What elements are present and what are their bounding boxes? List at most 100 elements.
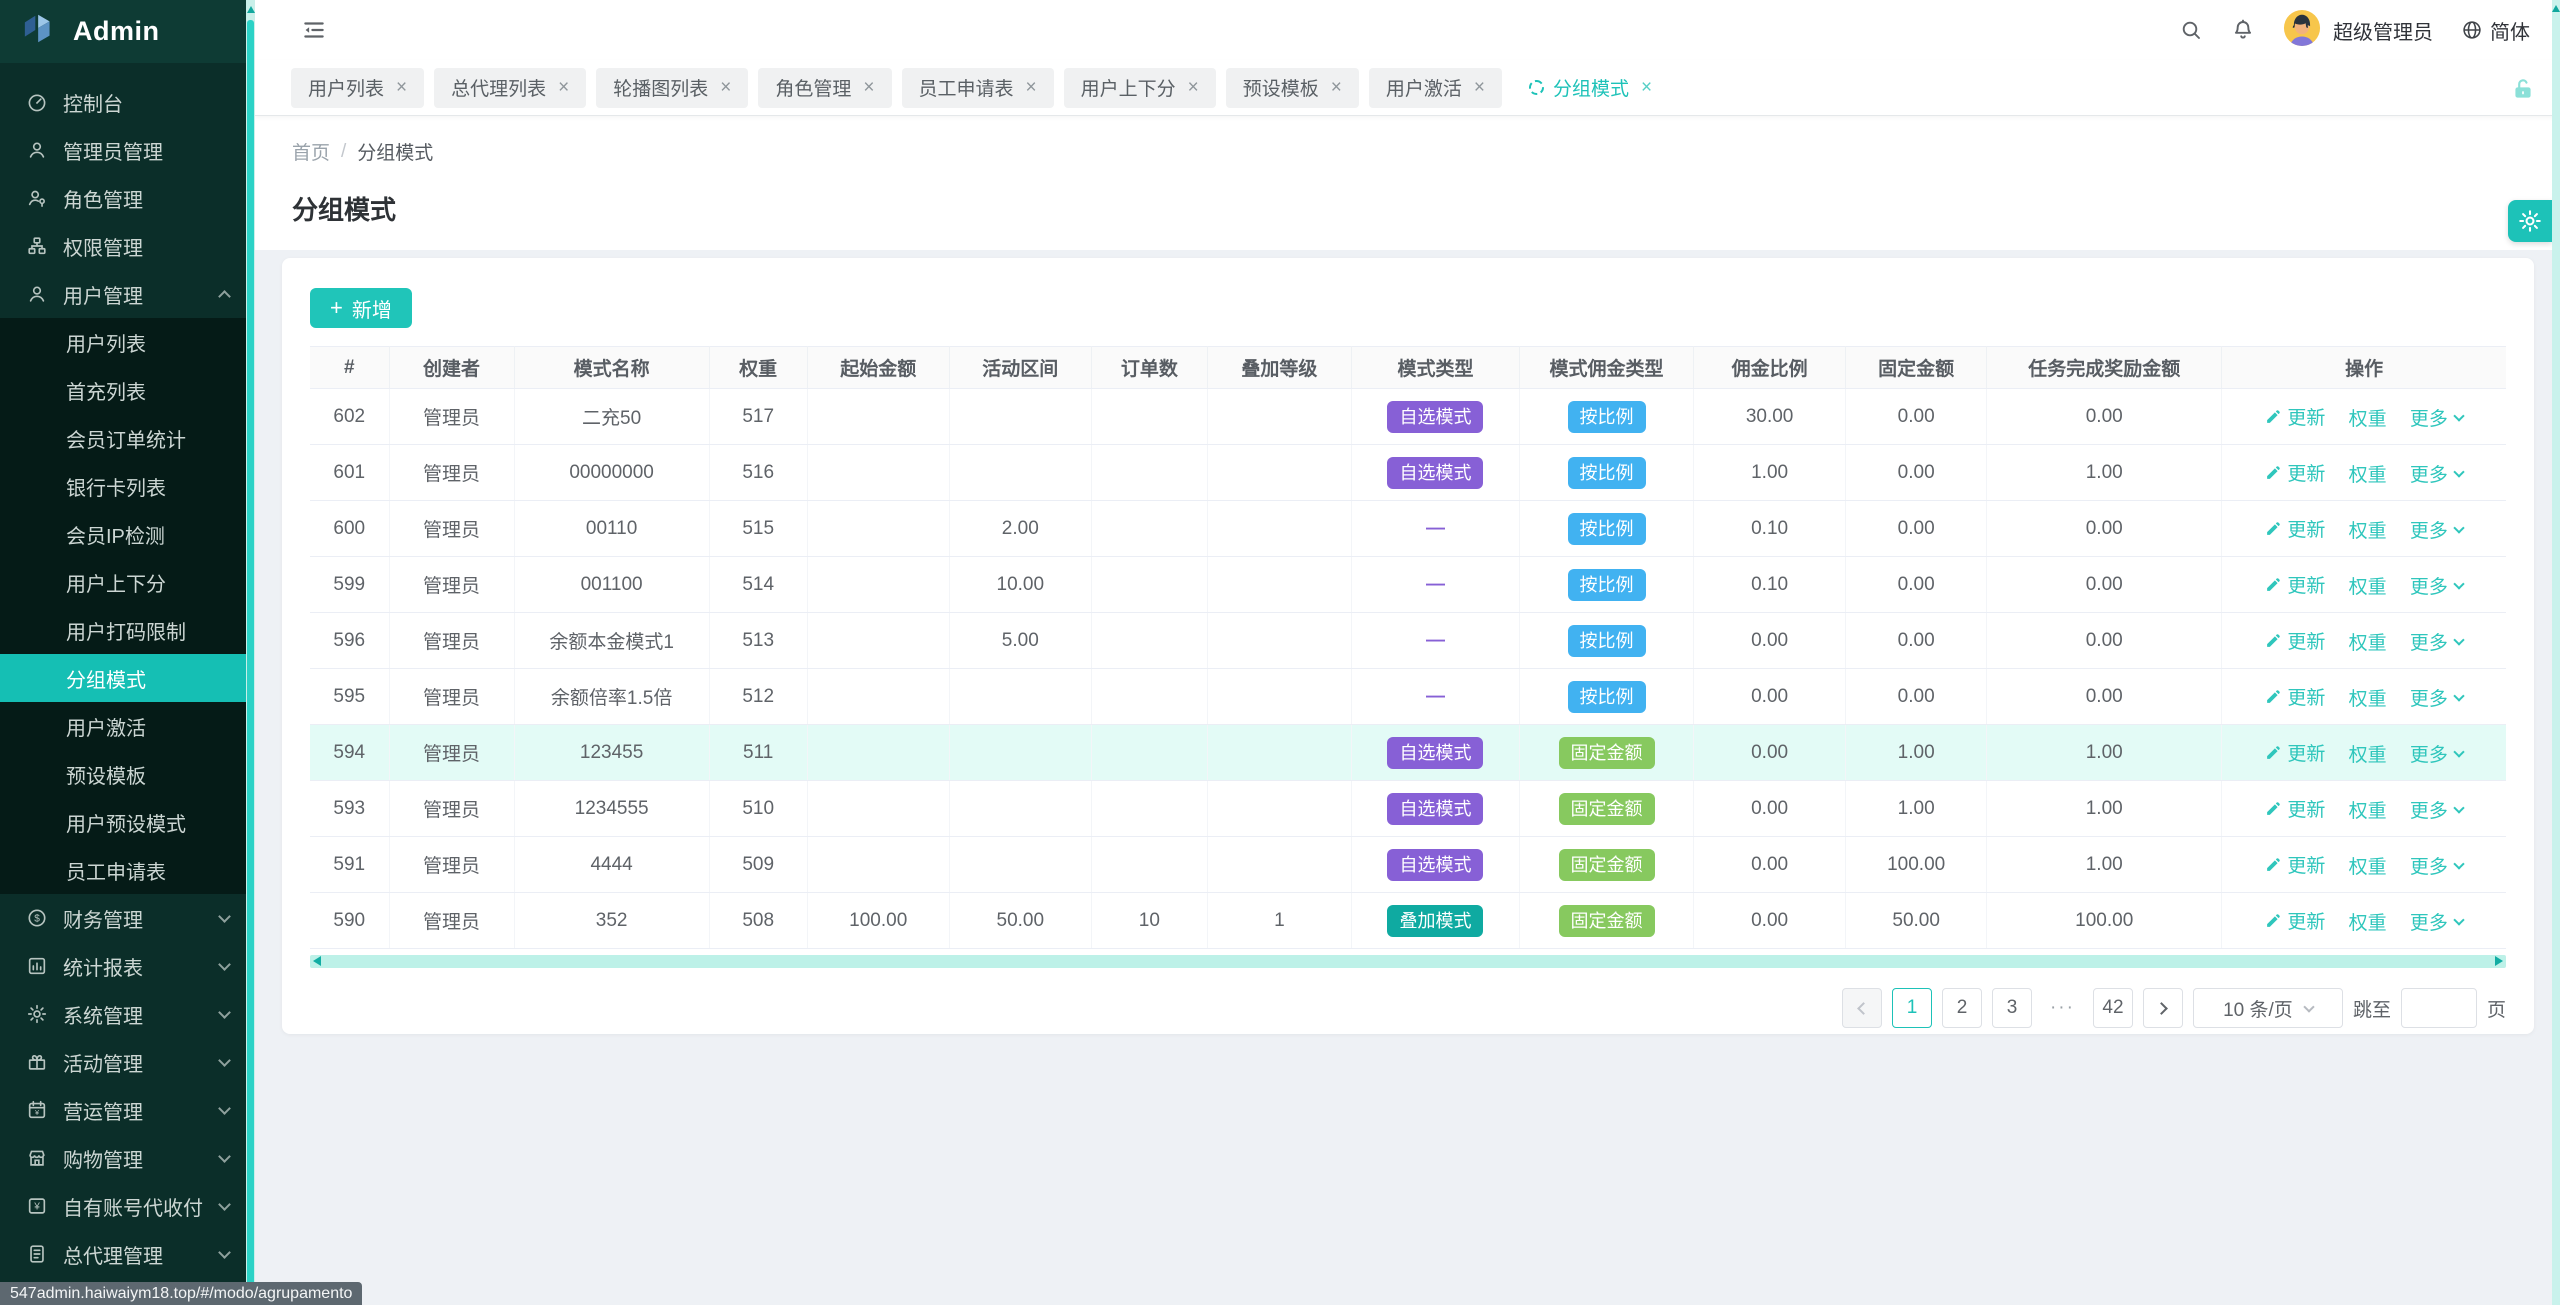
sidebar-subitem[interactable]: 会员订单统计 [0,414,255,462]
table-row[interactable]: 595 管理员 余额倍率1.5倍 512 — 按比例 0.00 0.00 0.0… [310,669,2506,725]
update-link[interactable]: 更新 [2265,739,2325,766]
weight-link[interactable]: 权重 [2349,740,2387,767]
page-size-select[interactable]: 10 条/页 [2193,988,2343,1028]
sidebar-collapse-button[interactable] [301,17,327,43]
table-row[interactable]: 596 管理员 余额本金模式1 513 5.00 — 按比例 0.00 0.00… [310,613,2506,669]
sidebar-scrollbar[interactable] [246,0,255,1305]
horizontal-scrollbar[interactable] [310,955,2506,968]
tab-close-icon[interactable]: × [558,78,569,97]
sidebar-item-shopping-mgmt[interactable]: 购物管理 [0,1134,255,1182]
sidebar-subitem[interactable]: 用户列表 [0,318,255,366]
prev-page-button[interactable] [1842,988,1882,1028]
table-row[interactable]: 600 管理员 00110 515 2.00 — 按比例 0.10 0.00 0… [310,501,2506,557]
sidebar-subitem[interactable]: 首充列表 [0,366,255,414]
sidebar-subitem[interactable]: 用户激活 [0,702,255,750]
update-link[interactable]: 更新 [2265,851,2325,878]
table-row[interactable]: 593 管理员 1234555 510 自选模式 固定金额 0.00 1.00 … [310,781,2506,837]
tab-close-icon[interactable]: × [1641,78,1652,97]
weight-link[interactable]: 权重 [2349,516,2387,543]
tab[interactable]: 员工申请表 × [902,68,1054,108]
page-button[interactable]: 3 [1992,988,2032,1028]
sidebar-item-finance-mgmt[interactable]: $ 财务管理 [0,894,255,942]
update-link[interactable]: 更新 [2265,403,2325,430]
sidebar-item-user-mgmt[interactable]: 用户管理 [0,270,255,318]
update-link[interactable]: 更新 [2265,795,2325,822]
more-link[interactable]: 更多 [2410,796,2463,823]
tab[interactable]: 用户列表 × [291,68,424,108]
sidebar-item-operation-mgmt[interactable]: ¥ 营运管理 [0,1086,255,1134]
sidebar-item-system-mgmt[interactable]: 系统管理 [0,990,255,1038]
update-link[interactable]: 更新 [2265,515,2325,542]
unlock-icon[interactable] [2510,76,2536,107]
language-switcher[interactable]: 简体 [2461,16,2530,45]
scroll-right-arrow-icon[interactable] [2495,956,2503,966]
sidebar-scrollbar-thumb[interactable] [247,20,254,1305]
more-link[interactable]: 更多 [2410,908,2463,935]
tab-close-icon[interactable]: × [396,78,407,97]
sidebar-subitem[interactable]: 会员IP检测 [0,510,255,558]
bell-icon[interactable] [2231,18,2255,42]
tab[interactable]: 预设模板 × [1226,68,1359,108]
more-link[interactable]: 更多 [2410,460,2463,487]
page-scrollbar[interactable] [2552,0,2560,1305]
sidebar-item-permission-mgmt[interactable]: 权限管理 [0,222,255,270]
scroll-left-arrow-icon[interactable] [313,956,321,966]
sidebar-item-own-account-payment[interactable]: ¥ 自有账号代收付 [0,1182,255,1230]
update-link[interactable]: 更新 [2265,683,2325,710]
settings-panel-button[interactable] [2508,200,2552,242]
table-row[interactable]: 599 管理员 001100 514 10.00 — 按比例 0.10 0.00… [310,557,2506,613]
more-link[interactable]: 更多 [2410,572,2463,599]
jump-page-input[interactable] [2401,988,2477,1028]
sidebar-item-dashboard[interactable]: 控制台 [0,78,255,126]
page-button[interactable]: 2 [1942,988,1982,1028]
weight-link[interactable]: 权重 [2349,908,2387,935]
weight-link[interactable]: 权重 [2349,684,2387,711]
weight-link[interactable]: 权重 [2349,404,2387,431]
more-link[interactable]: 更多 [2410,684,2463,711]
sidebar-item-role-mgmt[interactable]: 角色管理 [0,174,255,222]
sidebar-subitem[interactable]: 用户上下分 [0,558,255,606]
update-link[interactable]: 更新 [2265,627,2325,654]
tab-close-icon[interactable]: × [1474,78,1485,97]
page-button[interactable]: 42 [2093,988,2133,1028]
weight-link[interactable]: 权重 [2349,796,2387,823]
more-link[interactable]: 更多 [2410,740,2463,767]
tab[interactable]: 分组模式 × [1512,68,1669,108]
tab[interactable]: 轮播图列表 × [596,68,748,108]
weight-link[interactable]: 权重 [2349,572,2387,599]
table-row[interactable]: 602 管理员 二充50 517 自选模式 按比例 30.00 0.00 0.0… [310,389,2506,445]
table-row[interactable]: 601 管理员 00000000 516 自选模式 按比例 1.00 0.00 … [310,445,2506,501]
tab[interactable]: 用户激活 × [1369,68,1502,108]
more-link[interactable]: 更多 [2410,852,2463,879]
more-link[interactable]: 更多 [2410,404,2463,431]
sidebar-item-admin-mgmt[interactable]: 管理员管理 [0,126,255,174]
user-menu[interactable]: 超级管理员 [2283,9,2433,52]
tab[interactable]: 总代理列表 × [434,68,586,108]
tab-close-icon[interactable]: × [720,78,731,97]
tab[interactable]: 用户上下分 × [1064,68,1216,108]
next-page-button[interactable] [2143,988,2183,1028]
more-link[interactable]: 更多 [2410,628,2463,655]
tab-close-icon[interactable]: × [1026,78,1037,97]
more-link[interactable]: 更多 [2410,516,2463,543]
table-row[interactable]: 590 管理员 352 508 100.00 50.00 10 1 叠加模式 固… [310,893,2506,949]
update-link[interactable]: 更新 [2265,459,2325,486]
breadcrumb-home[interactable]: 首页 [292,138,330,165]
update-link[interactable]: 更新 [2265,571,2325,598]
add-button[interactable]: + 新增 [310,288,412,328]
update-link[interactable]: 更新 [2265,907,2325,934]
app-logo[interactable]: Admin [0,0,255,63]
tab-close-icon[interactable]: × [1188,78,1199,97]
search-icon[interactable] [2179,18,2203,42]
sidebar-item-agent-mgmt[interactable]: 总代理管理 [0,1230,255,1278]
sidebar-subitem[interactable]: 预设模板 [0,750,255,798]
sidebar-item-report-stats[interactable]: 统计报表 [0,942,255,990]
weight-link[interactable]: 权重 [2349,628,2387,655]
sidebar-subitem[interactable]: 员工申请表 [0,846,255,894]
sidebar-item-activity-mgmt[interactable]: 活动管理 [0,1038,255,1086]
sidebar-subitem[interactable]: 分组模式 [0,654,255,702]
weight-link[interactable]: 权重 [2349,852,2387,879]
tab[interactable]: 角色管理 × [758,68,891,108]
table-row[interactable]: 591 管理员 4444 509 自选模式 固定金额 0.00 100.00 1… [310,837,2506,893]
weight-link[interactable]: 权重 [2349,460,2387,487]
